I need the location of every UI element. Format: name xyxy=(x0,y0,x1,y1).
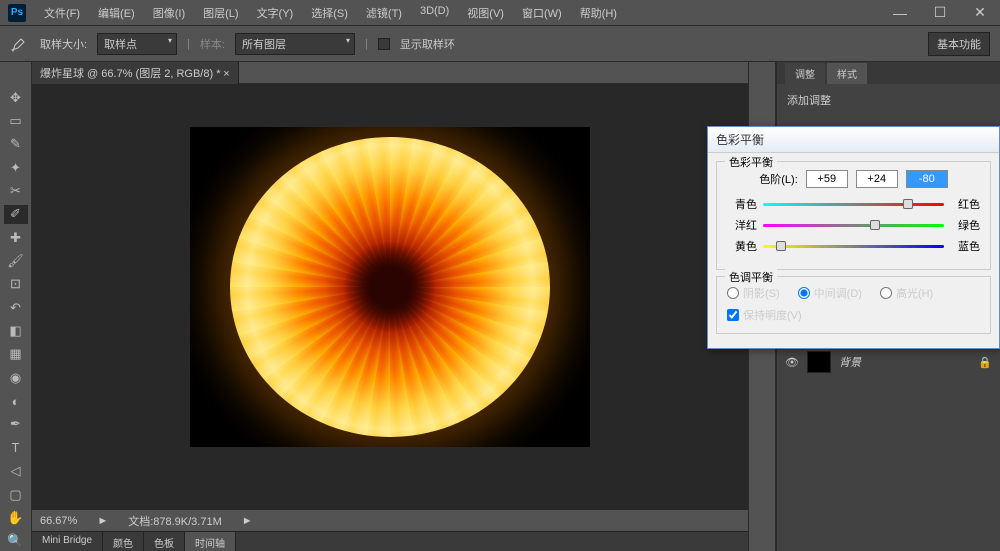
level-yellow-blue-input[interactable] xyxy=(906,170,948,188)
magenta-green-slider[interactable] xyxy=(763,218,944,232)
highlights-radio[interactable]: 高光(H) xyxy=(880,285,933,301)
eyedropper-icon xyxy=(10,34,30,54)
levels-label: 色阶(L): xyxy=(759,171,798,187)
sample-size-label: 取样大小: xyxy=(40,36,87,52)
visibility-icon[interactable]: 👁 xyxy=(785,356,799,369)
tab-color[interactable]: 颜色 xyxy=(103,532,144,551)
menu-window[interactable]: 窗口(W) xyxy=(514,1,570,25)
level-magenta-green-input[interactable] xyxy=(856,170,898,188)
zoom-tool[interactable]: 🔍 xyxy=(4,532,28,551)
magenta-label: 洋红 xyxy=(727,217,757,233)
heal-tool[interactable]: ✚ xyxy=(4,228,28,247)
gradient-tool[interactable]: ▦ xyxy=(4,345,28,364)
brush-tool[interactable]: 🖌 xyxy=(4,251,28,270)
show-ring-label: 显示取样环 xyxy=(400,36,455,52)
preserve-luminosity-checkbox[interactable]: 保持明度(V) xyxy=(727,307,980,323)
blur-tool[interactable]: ◉ xyxy=(4,368,28,387)
shape-tool[interactable]: ▢ xyxy=(4,485,28,504)
cyan-red-slider[interactable] xyxy=(763,197,944,211)
tab-adjustments[interactable]: 调整 xyxy=(785,63,825,84)
crop-tool[interactable]: ✂ xyxy=(4,181,28,200)
menu-help[interactable]: 帮助(H) xyxy=(572,1,625,25)
chevron-right-icon[interactable]: ► xyxy=(242,515,253,527)
menu-view[interactable]: 视图(V) xyxy=(459,1,512,25)
tab-swatch[interactable]: 色板 xyxy=(144,532,185,551)
eyedropper-tool[interactable]: ✐ xyxy=(4,205,28,224)
path-tool[interactable]: ◁ xyxy=(4,462,28,481)
document-tab[interactable]: 爆炸星球 @ 66.7% (图层 2, RGB/8) * × xyxy=(32,62,239,84)
main-menu: 文件(F) 编辑(E) 图像(I) 图层(L) 文字(Y) 选择(S) 滤镜(T… xyxy=(36,1,625,25)
blue-label: 蓝色 xyxy=(950,238,980,254)
menu-image[interactable]: 图像(I) xyxy=(145,1,193,25)
red-label: 红色 xyxy=(950,196,980,212)
tools-panel: ✥ ▭ ✎ ✦ ✂ ✐ ✚ 🖌 ⊡ ↶ ◧ ▦ ◉ ◐ ✒ T ◁ ▢ ✋ 🔍 xyxy=(0,62,32,551)
menu-file[interactable]: 文件(F) xyxy=(36,1,88,25)
hand-tool[interactable]: ✋ xyxy=(4,508,28,527)
canvas-area[interactable] xyxy=(32,84,748,509)
layer-row[interactable]: 👁 背景 🔒 xyxy=(777,348,1000,376)
minimize-button[interactable]: — xyxy=(880,0,920,26)
stamp-tool[interactable]: ⊡ xyxy=(4,275,28,294)
dialog-title[interactable]: 色彩平衡 xyxy=(708,127,999,153)
menu-3d[interactable]: 3D(D) xyxy=(412,1,457,25)
app-logo: Ps xyxy=(8,4,26,22)
maximize-button[interactable]: ☐ xyxy=(920,0,960,26)
menu-edit[interactable]: 编辑(E) xyxy=(90,1,143,25)
lock-icon: 🔒 xyxy=(978,356,992,369)
cyan-label: 青色 xyxy=(727,196,757,212)
wand-tool[interactable]: ✦ xyxy=(4,158,28,177)
layer-name[interactable]: 背景 xyxy=(839,354,861,370)
tab-minibridge[interactable]: Mini Bridge xyxy=(32,532,103,551)
tab-timeline[interactable]: 时间轴 xyxy=(185,532,236,551)
tab-close-icon[interactable]: × xyxy=(223,68,229,80)
midtones-radio[interactable]: 中间调(D) xyxy=(798,285,862,301)
zoom-level[interactable]: 66.67% xyxy=(40,515,77,527)
move-tool[interactable]: ✥ xyxy=(4,88,28,107)
color-balance-dialog: 色彩平衡 色彩平衡 色阶(L): 青色 红色 洋红 绿色 黄色 xyxy=(707,126,1000,349)
type-tool[interactable]: T xyxy=(4,438,28,457)
document-canvas xyxy=(190,127,590,447)
pen-tool[interactable]: ✒ xyxy=(4,415,28,434)
level-cyan-red-input[interactable] xyxy=(806,170,848,188)
menu-type[interactable]: 文字(Y) xyxy=(249,1,302,25)
eraser-tool[interactable]: ◧ xyxy=(4,321,28,340)
sample-label: 样本: xyxy=(200,36,225,52)
tab-styles[interactable]: 样式 xyxy=(827,63,867,84)
history-tool[interactable]: ↶ xyxy=(4,298,28,317)
group-label: 色调平衡 xyxy=(725,269,777,285)
layer-thumbnail xyxy=(807,351,831,373)
chevron-right-icon[interactable]: ► xyxy=(97,515,108,527)
green-label: 绿色 xyxy=(950,217,980,233)
menu-select[interactable]: 选择(S) xyxy=(303,1,356,25)
shadows-radio[interactable]: 阴影(S) xyxy=(727,285,780,301)
layers-panel: 原图 👁 背景 🔒 xyxy=(777,316,1000,551)
workspace-basic-button[interactable]: 基本功能 xyxy=(928,32,990,56)
doc-info: 文档:878.9K/3.71M xyxy=(128,513,222,529)
add-adjustment-label: 添加调整 xyxy=(777,84,1000,116)
sample-select[interactable]: 所有图层 xyxy=(235,33,355,55)
yellow-label: 黄色 xyxy=(727,238,757,254)
close-button[interactable]: ✕ xyxy=(960,0,1000,26)
sample-size-select[interactable]: 取样点 xyxy=(97,33,177,55)
yellow-blue-slider[interactable] xyxy=(763,239,944,253)
lasso-tool[interactable]: ✎ xyxy=(4,135,28,154)
menu-layer[interactable]: 图层(L) xyxy=(195,1,246,25)
marquee-tool[interactable]: ▭ xyxy=(4,111,28,130)
show-ring-checkbox[interactable] xyxy=(378,38,390,50)
menu-filter[interactable]: 滤镜(T) xyxy=(358,1,410,25)
dodge-tool[interactable]: ◐ xyxy=(4,391,28,410)
group-label: 色彩平衡 xyxy=(725,154,777,170)
